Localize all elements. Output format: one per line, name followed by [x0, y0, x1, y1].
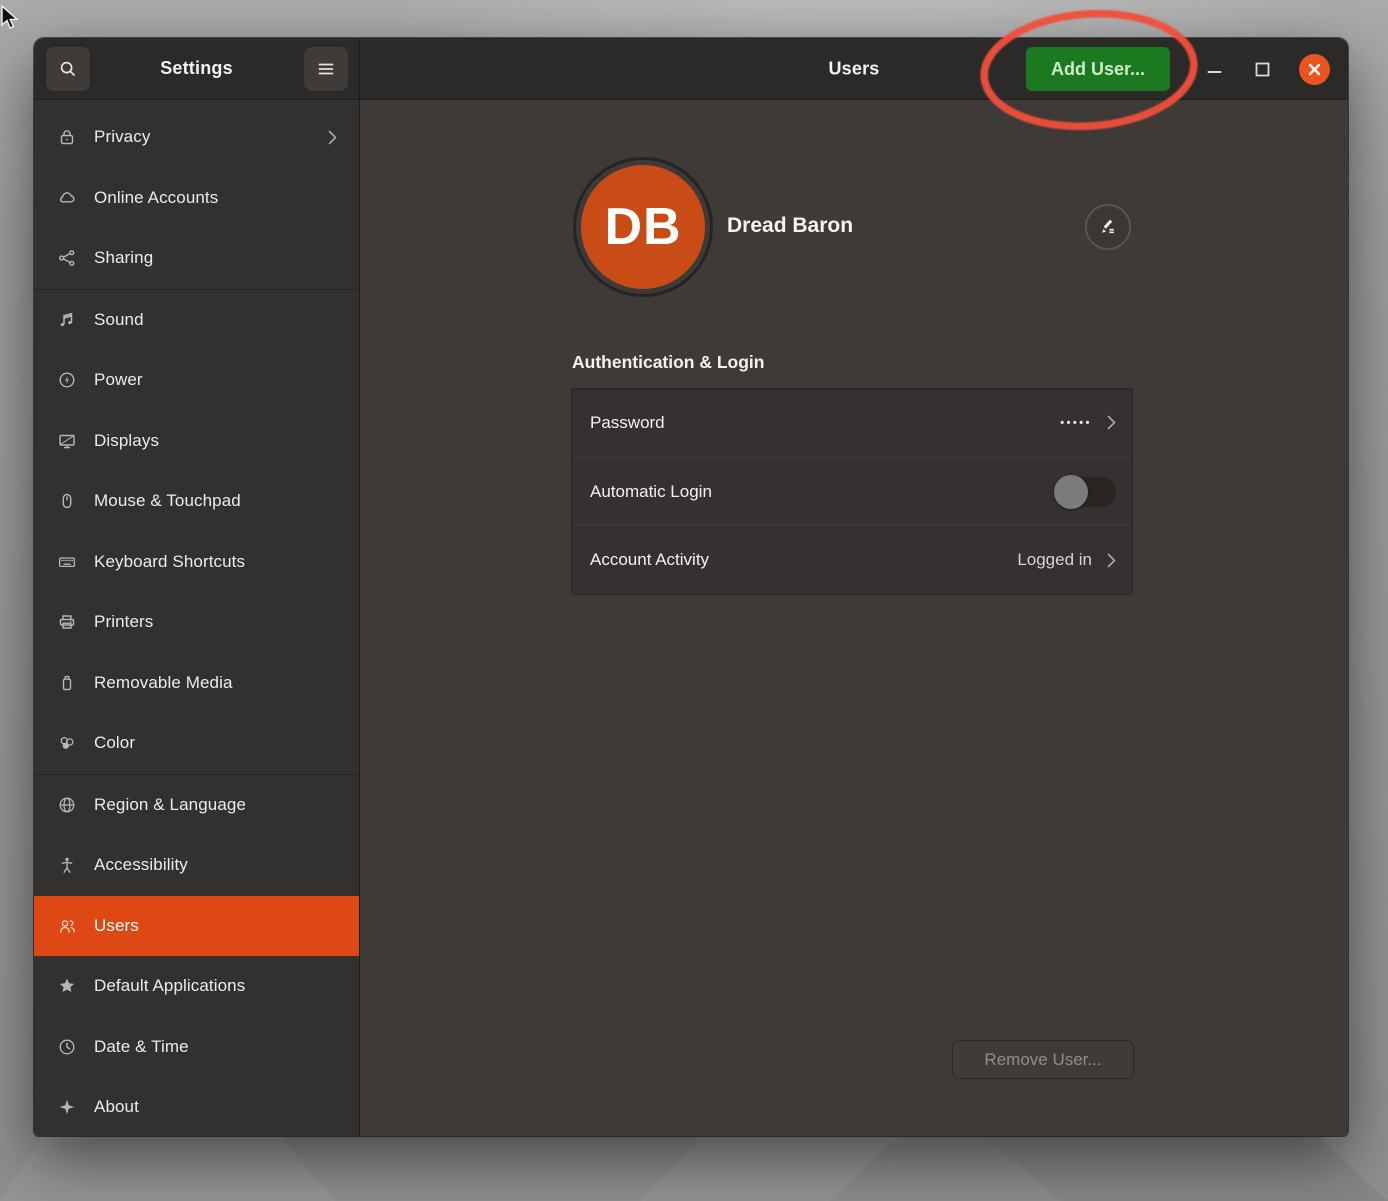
sidebar-item-about[interactable]: About [34, 1077, 359, 1136]
sidebar-item-date-time[interactable]: Date & Time [34, 1017, 359, 1078]
keyboard-icon [57, 552, 77, 572]
sidebar-item-power[interactable]: Power [34, 350, 359, 411]
close-button[interactable] [1299, 54, 1330, 85]
chevron-right-icon [1107, 553, 1116, 568]
display-icon [57, 431, 77, 451]
sidebar-item-label: Accessibility [94, 855, 188, 875]
header-controls: Add User... [1026, 38, 1330, 100]
account-activity-row[interactable]: Account Activity Logged in [572, 525, 1132, 594]
sidebar-item-printers[interactable]: Printers [34, 592, 359, 653]
star-icon [57, 976, 77, 996]
music-note-icon [57, 310, 77, 330]
remove-user-button[interactable]: Remove User... [952, 1040, 1134, 1079]
mouse-icon [57, 491, 77, 511]
chevron-right-icon [328, 130, 337, 145]
main-header: Users Add User... [360, 38, 1348, 99]
pencil-icon [1097, 216, 1119, 238]
sidebar-item-users[interactable]: Users [34, 896, 359, 957]
sidebar-item-label: Removable Media [94, 673, 233, 693]
sidebar-item-region-language[interactable]: Region & Language [34, 775, 359, 836]
window-body: Privacy Online Accounts [34, 100, 1348, 1136]
titlebar: Settings Users Add User... [34, 38, 1348, 100]
sidebar-item-label: Default Applications [94, 976, 245, 996]
sidebar-item-sound[interactable]: Sound [34, 290, 359, 351]
page-title: Users [828, 58, 879, 79]
search-icon [57, 58, 79, 80]
usb-drive-icon [57, 673, 77, 693]
chevron-right-icon [1107, 415, 1116, 430]
sidebar-item-label: Power [94, 370, 143, 390]
sidebar-item-label: Users [94, 916, 139, 936]
maximize-icon [1255, 62, 1270, 77]
users-panel: DB Dread Baron Authentication & Login [360, 100, 1348, 1136]
cloud-icon [57, 188, 77, 208]
sidebar-item-privacy[interactable]: Privacy [34, 107, 359, 168]
sidebar-item-label: Sound [94, 310, 144, 330]
sidebar-item-sharing[interactable]: Sharing [34, 228, 359, 289]
add-user-button[interactable]: Add User... [1026, 47, 1170, 91]
sidebar-item-default-applications[interactable]: Default Applications [34, 956, 359, 1017]
mouse-cursor [0, 5, 24, 33]
printer-icon [57, 612, 77, 632]
edit-user-button[interactable] [1085, 204, 1131, 250]
avatar: DB [573, 157, 713, 297]
sidebar-item-label: Printers [94, 612, 153, 632]
auth-section-heading: Authentication & Login [572, 352, 764, 373]
maximize-button[interactable] [1255, 62, 1270, 77]
settings-window: Settings Users Add User... [34, 38, 1348, 1136]
menu-button[interactable] [304, 47, 348, 91]
power-bolt-icon [57, 370, 77, 390]
sidebar-item-color[interactable]: Color [34, 713, 359, 774]
sidebar-item-label: Privacy [94, 127, 150, 147]
hamburger-icon [316, 59, 336, 79]
sidebar-item-mouse-touchpad[interactable]: Mouse & Touchpad [34, 471, 359, 532]
users-icon [57, 916, 77, 936]
color-circles-icon [57, 733, 77, 753]
minimize-button[interactable] [1207, 64, 1222, 74]
toggle-knob [1054, 475, 1088, 509]
sidebar-item-label: Mouse & Touchpad [94, 491, 241, 511]
sidebar-item-label: About [94, 1097, 139, 1117]
sidebar-item-removable-media[interactable]: Removable Media [34, 653, 359, 714]
settings-title: Settings [160, 58, 233, 79]
accessibility-icon [57, 855, 77, 875]
share-icon [57, 248, 77, 268]
globe-icon [57, 795, 77, 815]
sidebar-item-label: Date & Time [94, 1037, 189, 1057]
sidebar-item-online-accounts[interactable]: Online Accounts [34, 168, 359, 229]
sidebar: Privacy Online Accounts [34, 100, 360, 1136]
avatar-initials: DB [581, 165, 705, 289]
sidebar-item-keyboard-shortcuts[interactable]: Keyboard Shortcuts [34, 532, 359, 593]
close-icon [1307, 62, 1322, 77]
account-activity-value: Logged in [1017, 550, 1092, 570]
lock-icon [57, 127, 77, 147]
auth-settings-list: Password ••••• Automatic Login [571, 388, 1133, 595]
sidebar-item-label: Keyboard Shortcuts [94, 552, 245, 572]
sidebar-item-label: Color [94, 733, 135, 753]
sidebar-item-label: Region & Language [94, 795, 246, 815]
minimize-icon [1207, 64, 1222, 74]
password-label: Password [590, 413, 665, 433]
user-full-name: Dread Baron [727, 214, 853, 238]
desktop-background: Settings Users Add User... [0, 0, 1388, 1201]
password-row[interactable]: Password ••••• [572, 389, 1132, 457]
sidebar-item-label: Online Accounts [94, 188, 218, 208]
clock-icon [57, 1037, 77, 1057]
account-activity-label: Account Activity [590, 550, 709, 570]
sidebar-item-label: Displays [94, 431, 159, 451]
sidebar-item-displays[interactable]: Displays [34, 411, 359, 472]
automatic-login-toggle[interactable] [1056, 477, 1116, 507]
automatic-login-row: Automatic Login [572, 457, 1132, 526]
sidebar-item-label: Sharing [94, 248, 153, 268]
automatic-login-label: Automatic Login [590, 482, 712, 502]
search-button[interactable] [46, 47, 90, 91]
sparkle-icon [57, 1097, 77, 1117]
sidebar-item-accessibility[interactable]: Accessibility [34, 835, 359, 896]
sidebar-header: Settings [34, 38, 360, 99]
password-dots: ••••• [1060, 417, 1092, 429]
